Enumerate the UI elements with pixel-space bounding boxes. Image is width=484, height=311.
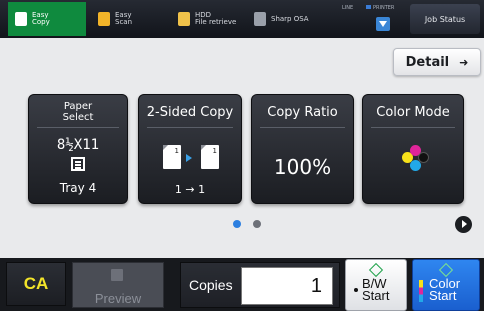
tab-easy-copy[interactable]: Easy Copy	[8, 2, 86, 36]
bw-indicator-icon	[354, 288, 358, 292]
color-start-label: Color Start	[429, 277, 460, 303]
tab-easy-copy-label: Easy Copy	[32, 12, 50, 26]
divider	[147, 127, 233, 128]
two-sided-value: 1 → 1	[174, 183, 206, 196]
cyan-dot	[410, 160, 421, 171]
tab-sharp-osa-label: Sharp OSA	[271, 14, 309, 23]
line-status-label: LINE	[342, 5, 354, 11]
copies-field[interactable]: 1	[241, 267, 333, 305]
bw-start-button[interactable]: B/W Start	[345, 259, 407, 311]
status-area: LINE PRINTER	[330, 2, 408, 36]
divider	[37, 127, 119, 128]
bw-start-line2: Start	[362, 288, 390, 303]
paper-icon	[71, 157, 85, 171]
arrow-right-icon	[186, 154, 192, 162]
detail-label: Detail	[405, 54, 450, 70]
color-start-line2: Start	[429, 288, 457, 303]
next-page-button[interactable]	[455, 216, 472, 233]
page-icon: 1	[163, 145, 181, 169]
tab-easy-copy-line2: Copy	[32, 18, 50, 26]
preview-label: Preview	[94, 291, 142, 306]
copy-ratio-value: 100%	[273, 155, 332, 179]
tab-easy-scan-line2: Scan	[115, 18, 133, 26]
tab-easy-scan[interactable]: Easy Scan	[92, 2, 164, 36]
bw-start-label: B/W Start	[362, 277, 390, 303]
paper-select-title-line1: Paper	[63, 101, 93, 112]
detail-button[interactable]: Detail ➜	[393, 48, 481, 76]
paper-select-title: Paper Select	[29, 101, 127, 123]
page-icon: 1	[201, 145, 219, 169]
tray-value: Tray 4	[59, 181, 97, 195]
page-fold	[201, 145, 206, 150]
paper-size-value: 8½X11	[56, 137, 100, 153]
clear-all-button[interactable]: CA	[6, 262, 66, 306]
arrow-right-icon: ➜	[459, 55, 469, 69]
page-indicator[interactable]	[253, 220, 261, 228]
printer-status-label: PRINTER	[366, 5, 394, 11]
two-sided-copy-key[interactable]: 2-Sided Copy 1 1 1 → 1	[138, 94, 242, 204]
preview-button[interactable]: Preview	[72, 262, 164, 308]
divider	[260, 127, 345, 128]
copies-control: Copies 1	[180, 262, 340, 308]
page-number: 1	[174, 147, 179, 155]
color-mode-title: Color Mode	[376, 105, 450, 120]
paper-select-title-line2: Select	[62, 112, 94, 123]
page-indicator-current[interactable]	[233, 220, 241, 228]
paper-select-key[interactable]: Paper Select 8½X11 Tray 4	[28, 94, 128, 204]
preview-icon	[111, 269, 123, 281]
scan-icon	[98, 12, 110, 26]
start-diamond-icon	[438, 262, 454, 278]
osa-icon	[254, 12, 266, 26]
tab-hdd-label: HDD File retrieve	[195, 12, 236, 26]
page-number: 1	[212, 147, 217, 155]
job-status-button[interactable]: Job Status	[410, 4, 480, 34]
duplex-icon: 1 1	[163, 145, 219, 169]
page-fold	[163, 145, 168, 150]
divider	[371, 127, 455, 128]
tab-sharp-osa-line1: Sharp OSA	[271, 14, 309, 23]
top-bar: Easy Copy Easy Scan HDD File retrieve Sh…	[0, 0, 484, 38]
copy-icon	[15, 12, 27, 26]
color-start-button[interactable]: Color Start	[412, 259, 480, 311]
copies-label: Copies	[189, 277, 233, 293]
tab-sharp-osa[interactable]: Sharp OSA	[250, 2, 330, 36]
folder-icon	[178, 12, 190, 26]
two-sided-copy-title: 2-Sided Copy	[146, 105, 234, 120]
start-diamond-icon	[368, 262, 384, 278]
copy-ratio-key[interactable]: Copy Ratio 100%	[251, 94, 354, 204]
download-icon[interactable]	[376, 17, 390, 31]
tab-easy-scan-label: Easy Scan	[115, 12, 132, 26]
tab-hdd-file-retrieve[interactable]: HDD File retrieve	[174, 2, 248, 36]
tab-hdd-line2: File retrieve	[195, 18, 237, 26]
color-mode-key[interactable]: Color Mode	[362, 94, 464, 204]
copy-ratio-title: Copy Ratio	[267, 105, 338, 120]
color-dots-icon	[398, 143, 432, 173]
color-indicator-icon	[419, 280, 423, 302]
